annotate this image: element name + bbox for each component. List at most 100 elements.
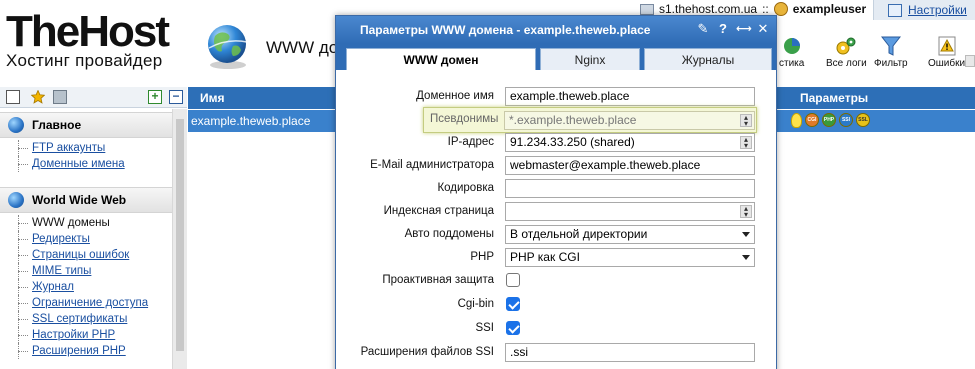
row-domain-name: Доменное имя example.theweb.place (336, 87, 776, 107)
row-cgi-bin: Cgi-bin (336, 295, 776, 315)
sidebar-item-www-domains[interactable]: WWW домены (14, 215, 148, 231)
toolbar-label: стика (779, 58, 805, 69)
left-scrollbar[interactable] (172, 109, 187, 369)
dialog-form: Доменное имя example.theweb.place Псевдо… (336, 70, 776, 369)
sidebar-item-journal[interactable]: Журнал (14, 279, 148, 295)
statistics-icon (782, 34, 802, 58)
tab-www-domain[interactable]: WWW домен (346, 48, 536, 70)
charset-field[interactable] (505, 179, 755, 198)
column-params-header[interactable]: Параметры (800, 91, 868, 105)
globe-icon (208, 25, 248, 69)
row-index-page: Индексная страница ▴ ▾ (336, 202, 776, 222)
chevron-down-icon (742, 232, 750, 237)
spinner-icon[interactable]: ▴ ▾ (740, 136, 752, 150)
username: exampleuser (792, 2, 867, 16)
row-aliases: Псевдонимы *.example.theweb.place ▴ ▾ (336, 107, 776, 133)
toolbar-scroll-right[interactable] (965, 55, 975, 67)
row-ssi: SSI (336, 319, 776, 339)
index-page-label: Индексная страница (383, 205, 494, 217)
sidebar-item-error-pages[interactable]: Страницы ошибок (14, 247, 148, 263)
toolbar-all-logs-button[interactable]: Все логи (826, 34, 867, 69)
toolbar-label: Ошибки (928, 58, 966, 69)
sidebar-item-php-extensions[interactable]: Расширения PHP (14, 343, 148, 359)
toolbar-filter-button[interactable]: Фильтр (874, 34, 908, 69)
toolbar-label: Все логи (826, 58, 867, 69)
sidebar-item-ftp-accounts[interactable]: FTP аккаунты (14, 140, 125, 156)
clipboard-icon[interactable] (53, 90, 67, 104)
sidebar-item-mime-types[interactable]: MIME типы (14, 263, 148, 279)
row-ip: IP-адрес 91.234.33.250 (shared) ▴ ▾ (336, 133, 776, 153)
proactive-checkbox[interactable] (506, 273, 520, 287)
toolbar-errors-button[interactable]: Ошибки (928, 34, 965, 69)
dialog-title-bar[interactable]: Параметры WWW домена - example.theweb.pl… (336, 16, 776, 44)
sidebar-item-domain-names[interactable]: Доменные имена (14, 156, 125, 172)
warning-icon (938, 34, 956, 58)
thehost-logo: TheHost Хостинг провайдер (6, 10, 170, 70)
dialog-tabs: WWW домен Nginx Журналы (336, 44, 776, 70)
row-email: E-Mail администратора webmaster@example.… (336, 156, 776, 176)
spinner-icon[interactable]: ▴ ▾ (740, 114, 752, 128)
ip-value: 91.234.33.250 (shared) (510, 135, 635, 149)
section-main[interactable]: Главное (0, 112, 172, 138)
row-parameters: CGI PHP SSI SSL (791, 113, 870, 128)
cgi-bin-label: Cgi-bin (457, 298, 494, 310)
ssl-badge: SSL (856, 113, 870, 127)
settings-link[interactable]: Настройки (873, 0, 975, 20)
domain-name-field[interactable]: example.theweb.place (505, 87, 755, 106)
auto-subdomains-select[interactable]: В отдельной директории (505, 225, 755, 244)
ip-select[interactable]: 91.234.33.250 (shared) ▴ ▾ (505, 133, 755, 152)
aliases-highlight: Псевдонимы *.example.theweb.place ▴ ▾ (423, 107, 757, 133)
maximize-icon[interactable]: ⟷ (736, 21, 752, 37)
expand-all-icon[interactable]: + (148, 90, 162, 104)
toolbar-statistics-button[interactable]: стика (779, 34, 804, 69)
collapse-all-icon[interactable]: − (169, 90, 183, 104)
scrollbar-thumb[interactable] (176, 119, 184, 351)
row-domain-name: example.theweb.place (191, 114, 311, 128)
row-ssi-extensions: Расширения файлов SSI .ssi (336, 343, 776, 363)
settings-icon (888, 3, 902, 17)
gears-icon (835, 34, 857, 58)
auto-subdomains-value: В отдельной директории (510, 227, 648, 241)
close-icon[interactable]: ✕ (756, 21, 770, 37)
bulb-icon (791, 113, 802, 128)
sidebar-item-php-settings[interactable]: Настройки PHP (14, 327, 148, 343)
ssi-label: SSI (475, 322, 494, 334)
logo-subtitle: Хостинг провайдер (6, 51, 163, 70)
php-select[interactable]: PHP как CGI (505, 248, 755, 267)
ssi-checkbox[interactable] (506, 321, 520, 335)
tab-logs[interactable]: Журналы (644, 48, 772, 70)
dialog-title: Параметры WWW домена - example.theweb.pl… (360, 23, 651, 37)
pin-icon[interactable]: ✎ (696, 21, 710, 37)
php-value: PHP как CGI (510, 250, 580, 264)
sidebar-item-access-restriction[interactable]: Ограничение доступа (14, 295, 148, 311)
index-page-field[interactable]: ▴ ▾ (505, 202, 755, 221)
sidebar-item-redirects[interactable]: Редиректы (14, 231, 148, 247)
left-navigation: Главное FTP аккаунты Доменные имена Worl… (0, 109, 172, 369)
cgi-badge: CGI (805, 113, 819, 127)
aliases-field[interactable]: *.example.theweb.place ▴ ▾ (504, 111, 755, 130)
tab-nginx[interactable]: Nginx (540, 48, 640, 70)
sidebar-item-ssl-certificates[interactable]: SSL сертификаты (14, 311, 148, 327)
domain-name-label: Доменное имя (416, 90, 494, 102)
help-icon[interactable]: ? (716, 21, 730, 37)
list-view-icon[interactable] (6, 90, 20, 104)
globe-small-icon (8, 192, 24, 208)
auto-subdomains-label: Авто поддомены (404, 228, 494, 240)
main-items: FTP аккаунты Доменные имена (14, 140, 125, 172)
column-name-header[interactable]: Имя (200, 91, 225, 105)
ssi-badge: SSI (839, 113, 853, 127)
section-title: Главное (32, 118, 82, 132)
globe-small-icon (8, 117, 24, 133)
aliases-value: *.example.theweb.place (509, 113, 637, 127)
spinner-icon[interactable]: ▴ ▾ (740, 205, 752, 219)
ssi-extensions-field[interactable]: .ssi (505, 343, 755, 362)
cgi-bin-checkbox[interactable] (506, 297, 520, 311)
favorites-star-icon[interactable] (30, 89, 46, 104)
proactive-label: Проактивная защита (382, 274, 494, 286)
server-icon (640, 3, 654, 15)
email-field[interactable]: webmaster@example.theweb.place (505, 156, 755, 175)
www-items: WWW домены Редиректы Страницы ошибок MIM… (14, 215, 148, 359)
settings-label: Настройки (908, 3, 967, 17)
section-www[interactable]: World Wide Web (0, 187, 172, 213)
email-label: E-Mail администратора (370, 159, 494, 171)
